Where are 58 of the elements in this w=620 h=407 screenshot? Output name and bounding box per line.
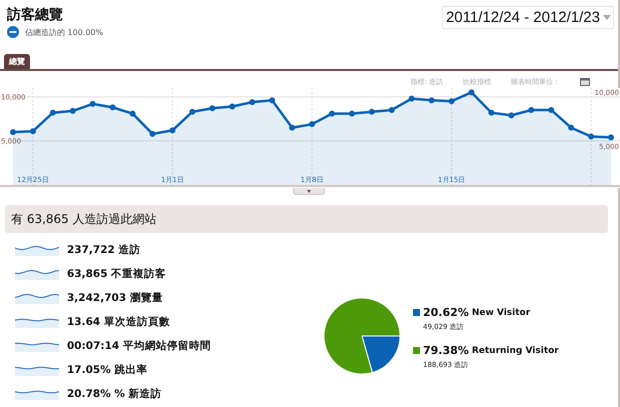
data-point — [269, 97, 276, 104]
metric-value: 13.64 單次造訪頁數 — [67, 315, 170, 329]
data-point — [468, 89, 474, 96]
data-point — [30, 128, 36, 134]
segment-label: 佔總造訪的 100.00% — [25, 26, 104, 38]
tab[interactable]: 總覽 — [4, 54, 30, 69]
collapse-handle[interactable] — [293, 188, 325, 195]
data-point — [110, 104, 116, 110]
metric-value: 20.78% % 新造訪 — [67, 387, 162, 401]
data-point — [548, 107, 554, 114]
data-point — [249, 99, 256, 106]
page-title: 訪客總覽 — [7, 6, 64, 24]
data-point — [209, 105, 216, 112]
calendar-icon[interactable] — [580, 78, 590, 86]
legend-label: New Visitor — [472, 308, 530, 318]
data-point — [528, 107, 534, 114]
data-point — [90, 100, 96, 107]
date-range-picker[interactable]: 2011/12/24 - 2012/1/23 — [442, 6, 614, 29]
data-point — [189, 108, 196, 115]
dropdown-caret-icon[interactable] — [603, 15, 611, 20]
data-point — [289, 124, 296, 131]
sparkline-drawing — [15, 316, 59, 328]
data-point — [10, 129, 16, 136]
data-point — [428, 97, 435, 104]
data-point — [150, 130, 156, 137]
metric-value: 00:07:14 平均網站停留時間 — [67, 339, 211, 353]
data-point — [50, 110, 56, 116]
legend-label: Returning Visitor — [472, 346, 559, 356]
data-point — [169, 127, 176, 134]
sparkline-drawing — [15, 388, 59, 400]
data-point — [608, 134, 614, 140]
data-point — [328, 110, 335, 117]
data-point — [348, 110, 355, 117]
metric-value: 63,865 不重複訪客 — [67, 267, 166, 281]
data-point — [488, 110, 494, 116]
data-point — [388, 107, 395, 114]
segment-icon — [7, 26, 19, 38]
data-point — [508, 112, 514, 118]
data-point — [70, 108, 76, 114]
metric-value: 3,242,703 瀏覽量 — [67, 291, 163, 305]
data-point — [588, 134, 594, 140]
data-point — [368, 108, 375, 115]
legend-percent: 20.62% — [423, 306, 469, 319]
metric-value: 237,722 造訪 — [67, 243, 140, 257]
legend-percent: 79.38% — [423, 344, 469, 357]
data-point — [408, 96, 415, 102]
data-point — [309, 121, 315, 128]
section-heading: 有 63,865 人造訪過此網站 — [5, 205, 608, 233]
data-point — [448, 98, 455, 104]
data-point — [568, 124, 574, 131]
data-point — [229, 104, 236, 110]
sparkline-drawing — [15, 292, 59, 304]
metric-value: 17.05% 跳出率 — [67, 363, 148, 377]
sparkline-drawing — [15, 364, 59, 376]
sparkline-drawing — [15, 244, 59, 256]
sparkline-drawing — [15, 268, 59, 280]
sparkline-drawing — [15, 340, 59, 352]
data-point — [130, 110, 136, 117]
